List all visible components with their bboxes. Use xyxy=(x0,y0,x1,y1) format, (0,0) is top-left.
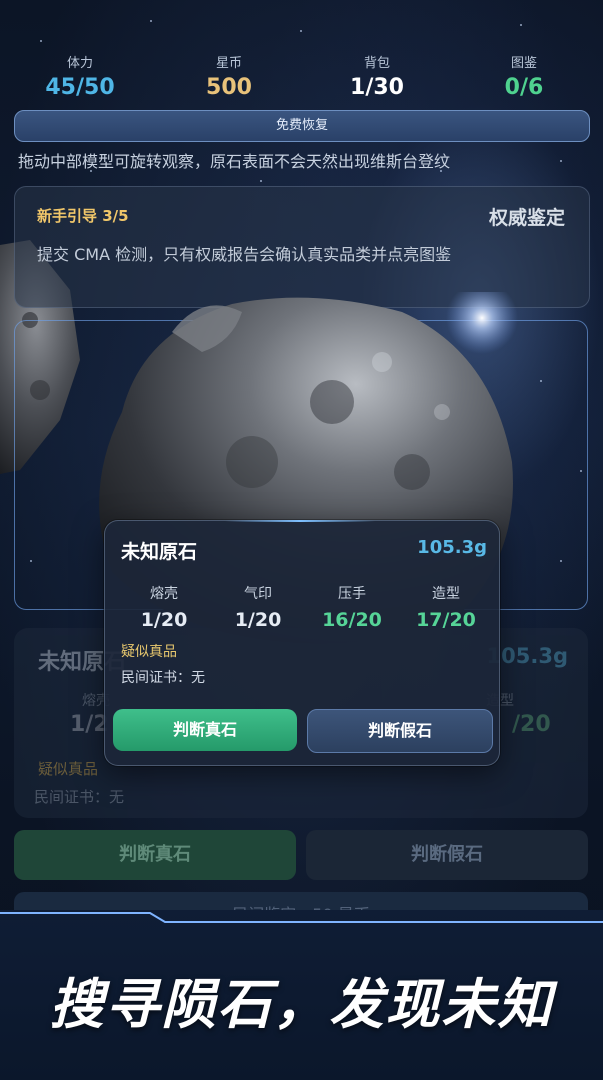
stone-certificate: 民间证书：无 xyxy=(121,670,205,686)
bg-judge-false-button: 判断假石 xyxy=(306,830,588,880)
guide-description: 提交 CMA 检测，只有权威报告会确认真实品类并点亮图鉴 xyxy=(37,245,452,264)
stat-backpack[interactable]: 背包 1/30 xyxy=(307,52,447,100)
judge-true-button[interactable]: 判断真石 xyxy=(113,709,297,751)
stat-stamina: 体力 45/50 xyxy=(10,52,150,100)
attr-label: 气印 xyxy=(244,586,272,602)
guide-step: 新手引导 3/5 xyxy=(37,207,129,225)
attr-value: 17/20 xyxy=(416,609,476,631)
stone-verdict: 疑似真品 xyxy=(121,644,177,660)
stat-label: 背包 xyxy=(363,56,390,71)
guide-panel: 新手引导 3/5 权威鉴定 提交 CMA 检测，只有权威报告会确认真实品类并点亮… xyxy=(14,186,590,308)
attr-label: 压手 xyxy=(338,586,366,602)
stat-value: 500 xyxy=(206,75,252,100)
attr-regmaglypt: 气印 1/20 xyxy=(213,583,303,631)
bg-judge-true-button: 判断真石 xyxy=(14,830,296,880)
bg-attr-value: /20 xyxy=(512,712,551,737)
attr-shape: 造型 17/20 xyxy=(401,583,491,631)
attr-value: 1/20 xyxy=(234,609,282,631)
attr-value: 1/20 xyxy=(140,609,188,631)
attr-fusion-crust: 熔壳 1/20 xyxy=(119,583,209,631)
stat-collection[interactable]: 图鉴 0/6 xyxy=(454,52,594,100)
attr-label: 熔壳 xyxy=(150,586,178,602)
promo-slogan: 搜寻陨石，发现未知 xyxy=(49,973,554,1036)
guide-title: 权威鉴定 xyxy=(488,207,565,229)
free-restore-button[interactable]: 免费恢复 xyxy=(14,110,590,142)
stat-coins: 星币 500 xyxy=(159,52,299,100)
stats-bar: 体力 45/50 星币 500 背包 1/30 图鉴 0/6 xyxy=(0,52,603,106)
attr-value: 16/20 xyxy=(322,609,382,631)
popup-glow xyxy=(225,520,375,522)
stat-label: 体力 xyxy=(66,56,93,71)
stone-judgement-popup: 未知原石 105.3g 熔壳 1/20 气印 1/20 压手 16/20 造型 … xyxy=(104,520,500,766)
judge-false-button[interactable]: 判断假石 xyxy=(307,709,493,753)
bg-attr-value: 1/2 xyxy=(70,712,109,737)
bg-verdict: 疑似真品 xyxy=(38,760,99,778)
stat-value: 45/50 xyxy=(45,75,115,100)
stat-value: 1/30 xyxy=(350,75,404,100)
stat-value: 0/6 xyxy=(504,75,544,100)
stone-weight: 105.3g xyxy=(417,537,487,558)
promo-banner: 搜寻陨石，发现未知 xyxy=(0,910,603,1080)
stat-label: 星币 xyxy=(215,56,242,71)
stat-label: 图鉴 xyxy=(510,56,537,71)
attr-label: 造型 xyxy=(432,586,460,602)
bg-certificate: 民间证书：无 xyxy=(34,788,125,806)
attr-heft: 压手 16/20 xyxy=(307,583,397,631)
stone-name: 未知原石 xyxy=(121,541,198,563)
banner-frame-line xyxy=(0,912,603,923)
hint-text: 拖动中部模型可旋转观察，原石表面不会天然出现维斯台登纹 xyxy=(18,152,451,171)
